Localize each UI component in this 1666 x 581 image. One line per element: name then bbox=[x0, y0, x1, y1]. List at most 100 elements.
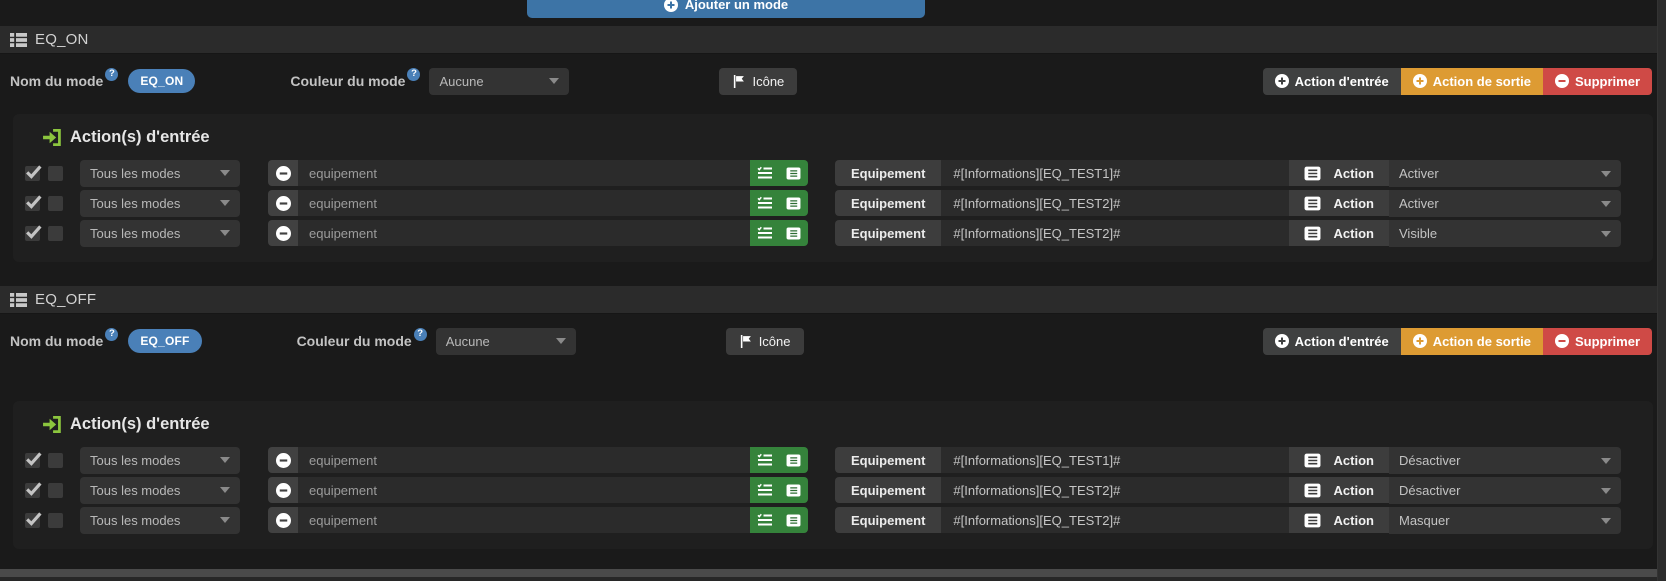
mode-scope-select[interactable]: Tous les modes bbox=[80, 506, 240, 534]
mode-scope-select[interactable]: Tous les modes bbox=[80, 446, 240, 474]
equipment-search-input[interactable] bbox=[298, 447, 750, 473]
action-rows: Tous les modes equipement Equipement #[I… bbox=[25, 159, 1641, 247]
command-input[interactable] bbox=[941, 447, 1289, 473]
browse-commands-button[interactable] bbox=[779, 507, 808, 533]
browse-commands-button[interactable] bbox=[779, 190, 808, 216]
list-alt-icon bbox=[786, 513, 801, 527]
command-input[interactable] bbox=[941, 190, 1289, 216]
background-checkbox[interactable] bbox=[48, 452, 63, 468]
question-circle-icon[interactable] bbox=[413, 327, 427, 341]
list-alt-icon bbox=[786, 483, 801, 497]
list-alt-icon[interactable] bbox=[1304, 226, 1321, 241]
mode-scope-value: Tous les modes bbox=[90, 165, 181, 181]
add-mode-button[interactable]: Ajouter un mode bbox=[527, 0, 925, 18]
mode-scope-select[interactable]: Tous les modes bbox=[80, 219, 240, 247]
action-value-select[interactable]: Désactiver bbox=[1389, 477, 1621, 504]
background-checkbox[interactable] bbox=[48, 195, 63, 211]
action-value-select[interactable]: Activer bbox=[1389, 160, 1621, 187]
mode-color-select[interactable]: Aucune bbox=[429, 67, 570, 95]
action-row: Tous les modes equipement Equipement #[I… bbox=[25, 159, 1641, 187]
action-addon: Action bbox=[1288, 507, 1389, 533]
scrollbar[interactable] bbox=[1657, 0, 1666, 581]
exit-action-label: Action de sortie bbox=[1432, 73, 1531, 89]
tasks-icon bbox=[756, 513, 772, 526]
background-checkbox[interactable] bbox=[48, 512, 63, 528]
action-value-select[interactable]: Masquer bbox=[1389, 507, 1621, 534]
caret-down-icon bbox=[220, 517, 230, 523]
background-checkbox[interactable] bbox=[48, 165, 63, 181]
mode-scope-value: Tous les modes bbox=[90, 482, 181, 498]
caret-down-icon bbox=[1601, 517, 1611, 524]
action-value: Masquer bbox=[1399, 513, 1450, 528]
remove-action-button[interactable] bbox=[268, 220, 298, 246]
command-input[interactable] bbox=[941, 160, 1289, 186]
icon-picker-button[interactable]: Icône bbox=[719, 67, 798, 95]
add-exit-action-button[interactable]: Action de sortie bbox=[1400, 327, 1543, 355]
mode-scope-select[interactable]: Tous les modes bbox=[80, 159, 240, 187]
remove-action-button[interactable] bbox=[268, 190, 298, 216]
command-input[interactable] bbox=[941, 477, 1289, 503]
icon-picker-button[interactable]: Icône bbox=[725, 327, 804, 355]
caret-down-icon bbox=[220, 170, 230, 176]
action-value-select[interactable]: Visible bbox=[1389, 220, 1621, 247]
list-alt-icon[interactable] bbox=[1304, 483, 1321, 498]
caret-down-icon bbox=[549, 78, 560, 84]
enabled-checkbox[interactable] bbox=[25, 511, 42, 528]
enabled-checkbox[interactable] bbox=[25, 481, 42, 498]
list-alt-icon[interactable] bbox=[1304, 196, 1321, 211]
question-circle-icon[interactable] bbox=[407, 67, 421, 81]
add-exit-action-button[interactable]: Action de sortie bbox=[1400, 67, 1543, 95]
mode-scope-select[interactable]: Tous les modes bbox=[80, 476, 240, 504]
browse-commands-button[interactable] bbox=[779, 220, 808, 246]
action-value-select[interactable]: Activer bbox=[1389, 190, 1621, 217]
remove-action-button[interactable] bbox=[268, 447, 298, 473]
check-icon bbox=[26, 481, 42, 496]
enabled-checkbox[interactable] bbox=[25, 224, 42, 241]
equipment-search-input[interactable] bbox=[298, 160, 750, 186]
mode-form: Nom du mode EQ_OFF Couleur du mode Aucun… bbox=[0, 314, 1666, 355]
add-mode-label: Ajouter un mode bbox=[684, 0, 789, 12]
icon-picker-label: Icône bbox=[752, 73, 785, 89]
page: { "toolbar": { "add_mode_label": "Ajoute… bbox=[0, 0, 1666, 581]
browse-commands-button[interactable] bbox=[779, 160, 808, 186]
list-equipment-button[interactable] bbox=[750, 507, 779, 533]
browse-commands-button[interactable] bbox=[779, 477, 808, 503]
th-list-icon bbox=[10, 32, 27, 47]
remove-action-button[interactable] bbox=[268, 160, 298, 186]
list-equipment-button[interactable] bbox=[750, 190, 779, 216]
browse-commands-button[interactable] bbox=[779, 447, 808, 473]
equipment-search-input[interactable] bbox=[298, 477, 750, 503]
equipment-search-input[interactable] bbox=[298, 220, 750, 246]
delete-mode-button[interactable]: Supprimer bbox=[1542, 67, 1652, 95]
add-entry-action-button[interactable]: Action d'entrée bbox=[1262, 67, 1401, 95]
command-input[interactable] bbox=[941, 507, 1289, 533]
background-checkbox[interactable] bbox=[48, 482, 63, 498]
list-alt-icon[interactable] bbox=[1304, 513, 1321, 528]
remove-action-button[interactable] bbox=[268, 477, 298, 503]
list-alt-icon[interactable] bbox=[1304, 453, 1321, 468]
list-equipment-button[interactable] bbox=[750, 447, 779, 473]
add-entry-action-button[interactable]: Action d'entrée bbox=[1262, 327, 1401, 355]
command-input[interactable] bbox=[941, 220, 1289, 246]
delete-mode-button[interactable]: Supprimer bbox=[1542, 327, 1652, 355]
equipment-search-input[interactable] bbox=[298, 190, 750, 216]
delete-label: Supprimer bbox=[1574, 73, 1640, 89]
enabled-checkbox[interactable] bbox=[25, 164, 42, 181]
mode-scope-select[interactable]: Tous les modes bbox=[80, 189, 240, 217]
mode-scope-value: Tous les modes bbox=[90, 512, 181, 528]
background-checkbox[interactable] bbox=[48, 225, 63, 241]
list-equipment-button[interactable] bbox=[750, 477, 779, 503]
enabled-checkbox[interactable] bbox=[25, 451, 42, 468]
list-equipment-button[interactable] bbox=[750, 160, 779, 186]
action-value: Activer bbox=[1399, 166, 1439, 181]
question-circle-icon[interactable] bbox=[105, 67, 119, 81]
remove-action-button[interactable] bbox=[268, 507, 298, 533]
mode-color-select[interactable]: Aucune bbox=[435, 327, 576, 355]
list-alt-icon[interactable] bbox=[1304, 166, 1321, 181]
equipment-search-input[interactable] bbox=[298, 507, 750, 533]
action-value-select[interactable]: Désactiver bbox=[1389, 447, 1621, 474]
question-circle-icon[interactable] bbox=[105, 327, 119, 341]
mode-scope-value: Tous les modes bbox=[90, 195, 181, 211]
enabled-checkbox[interactable] bbox=[25, 194, 42, 211]
list-equipment-button[interactable] bbox=[750, 220, 779, 246]
